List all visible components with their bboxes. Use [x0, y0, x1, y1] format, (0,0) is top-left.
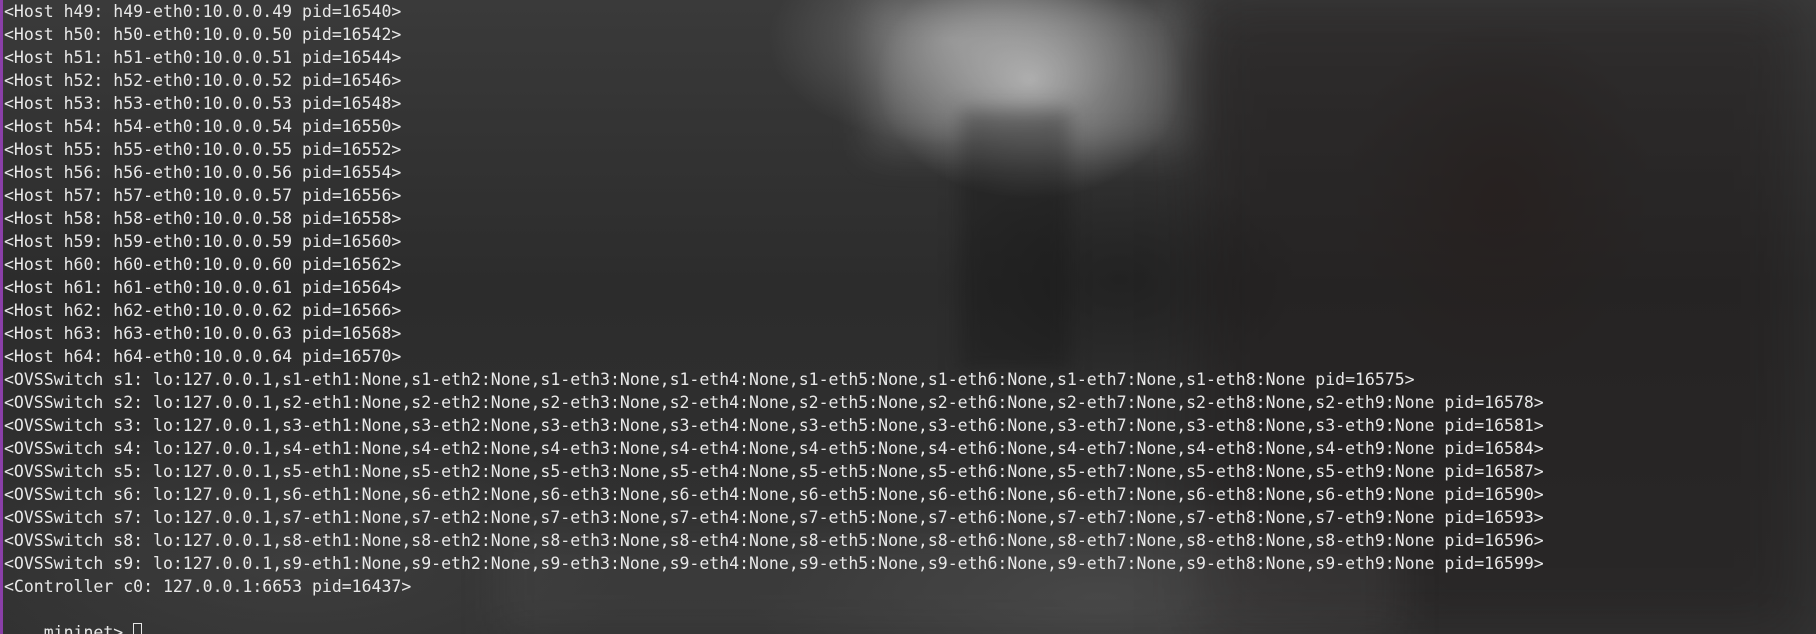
output-line: <Host h52: h52-eth0:10.0.0.52 pid=16546>	[4, 71, 402, 90]
output-line: <Host h63: h63-eth0:10.0.0.63 pid=16568>	[4, 324, 402, 343]
text-cursor	[133, 623, 143, 634]
terminal-output: <Host h49: h49-eth0:10.0.0.49 pid=16540>…	[4, 0, 1544, 598]
output-line: <OVSSwitch s6: lo:127.0.0.1,s6-eth1:None…	[4, 485, 1544, 504]
output-line: <OVSSwitch s8: lo:127.0.0.1,s8-eth1:None…	[4, 531, 1544, 550]
output-line: <OVSSwitch s5: lo:127.0.0.1,s5-eth1:None…	[4, 462, 1544, 481]
output-line: <Host h62: h62-eth0:10.0.0.62 pid=16566>	[4, 301, 402, 320]
output-line: <OVSSwitch s2: lo:127.0.0.1,s2-eth1:None…	[4, 393, 1544, 412]
output-line: <Host h53: h53-eth0:10.0.0.53 pid=16548>	[4, 94, 402, 113]
output-line: <OVSSwitch s1: lo:127.0.0.1,s1-eth1:None…	[4, 370, 1415, 389]
output-line: <Host h61: h61-eth0:10.0.0.61 pid=16564>	[4, 278, 402, 297]
output-line: <Host h49: h49-eth0:10.0.0.49 pid=16540>	[4, 2, 402, 21]
output-line: <Host h55: h55-eth0:10.0.0.55 pid=16552>	[4, 140, 402, 159]
prompt-line[interactable]: mininet>	[4, 598, 143, 634]
output-line: <Host h57: h57-eth0:10.0.0.57 pid=16556>	[4, 186, 402, 205]
output-line: <Host h51: h51-eth0:10.0.0.51 pid=16544>	[4, 48, 402, 67]
output-line: <Host h58: h58-eth0:10.0.0.58 pid=16558>	[4, 209, 402, 228]
output-line: <Host h50: h50-eth0:10.0.0.50 pid=16542>	[4, 25, 402, 44]
output-line: <OVSSwitch s9: lo:127.0.0.1,s9-eth1:None…	[4, 554, 1544, 573]
output-line: <Host h56: h56-eth0:10.0.0.56 pid=16554>	[4, 163, 402, 182]
output-line: <OVSSwitch s3: lo:127.0.0.1,s3-eth1:None…	[4, 416, 1544, 435]
output-line: <Controller c0: 127.0.0.1:6653 pid=16437…	[4, 577, 412, 596]
output-line: <Host h60: h60-eth0:10.0.0.60 pid=16562>	[4, 255, 402, 274]
output-line: <Host h54: h54-eth0:10.0.0.54 pid=16550>	[4, 117, 402, 136]
output-line: <Host h64: h64-eth0:10.0.0.64 pid=16570>	[4, 347, 402, 366]
output-line: <OVSSwitch s4: lo:127.0.0.1,s4-eth1:None…	[4, 439, 1544, 458]
prompt-label: mininet>	[43, 623, 134, 634]
output-line: <OVSSwitch s7: lo:127.0.0.1,s7-eth1:None…	[4, 508, 1544, 527]
terminal-window[interactable]: <Host h49: h49-eth0:10.0.0.49 pid=16540>…	[0, 0, 1816, 634]
output-line: <Host h59: h59-eth0:10.0.0.59 pid=16560>	[4, 232, 402, 251]
window-left-border	[0, 0, 3, 634]
